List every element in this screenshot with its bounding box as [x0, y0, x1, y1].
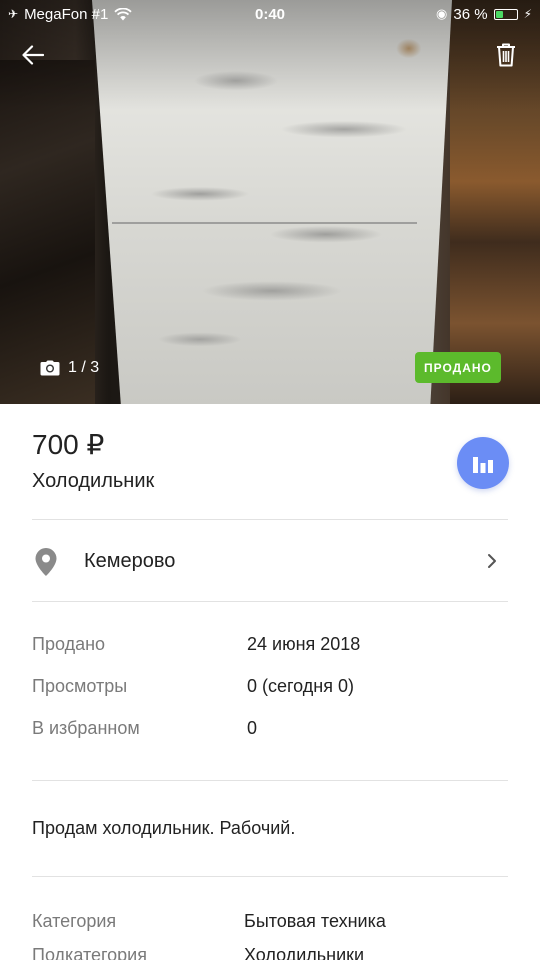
divider — [32, 601, 508, 602]
delete-button[interactable] — [489, 38, 523, 72]
status-left: ✈ MegaFon #1 — [8, 6, 132, 23]
back-button[interactable] — [16, 38, 50, 72]
status-bar: ✈ MegaFon #1 0:40 ◉ 36 % ⚡ — [0, 0, 540, 28]
orientation-lock-icon: ◉ — [436, 6, 448, 21]
category-label: Категория — [32, 911, 117, 931]
divider — [32, 519, 508, 520]
category-details: Категория Бытовая техника Подкатегория Х… — [32, 911, 508, 960]
airplane-icon: ✈ — [8, 7, 19, 21]
listing-photo[interactable] — [0, 0, 540, 404]
detail-row-sold: Продано 24 июня 2018 — [32, 634, 508, 676]
divider — [32, 876, 508, 877]
battery-icon — [493, 8, 518, 20]
subcategory-value: Холодильники — [244, 945, 365, 960]
listing-description: Продам холодильник. Рабочий. — [32, 818, 296, 838]
detail-value: 24 июня 2018 — [247, 634, 361, 654]
bar-chart-icon — [473, 457, 493, 473]
detail-value: 0 — [247, 718, 258, 738]
trash-icon — [497, 43, 515, 67]
chevron-right-icon — [488, 554, 496, 568]
location-pin-icon — [35, 548, 57, 576]
subcategory-label: Подкатегория — [32, 945, 147, 960]
detail-label: В избранном — [32, 718, 140, 738]
location-city: Кемерово — [84, 550, 176, 572]
photo-counter-text: 1 / 3 — [68, 359, 100, 376]
category-value: Бытовая техника — [244, 911, 386, 931]
arrow-left-icon — [22, 45, 44, 65]
listing-details: Продано 24 июня 2018 Просмотры 0 (сегодн… — [32, 634, 508, 760]
camera-icon — [40, 360, 60, 376]
photo-background-left — [0, 60, 95, 404]
listing-price: 700 ₽ — [32, 429, 105, 460]
listing-title: Холодильник — [32, 470, 155, 492]
carrier-name: MegaFon #1 — [24, 5, 109, 23]
status-right: ◉ 36 % ⚡ — [436, 6, 532, 23]
location-row[interactable]: Кемерово — [0, 522, 540, 600]
photo-fridge-seam — [112, 222, 417, 224]
detail-label: Продано — [32, 634, 106, 654]
detail-label: Просмотры — [32, 676, 128, 696]
sold-badge: ПРОДАНО — [415, 352, 501, 383]
category-row: Категория Бытовая техника — [32, 911, 508, 945]
statistics-button[interactable] — [457, 437, 509, 489]
detail-row-favorites: В избранном 0 — [32, 718, 508, 760]
wifi-icon — [114, 7, 132, 20]
subcategory-row: Подкатегория Холодильники — [32, 945, 508, 960]
detail-row-views: Просмотры 0 (сегодня 0) — [32, 676, 508, 718]
divider — [32, 780, 508, 781]
charging-icon: ⚡ — [523, 7, 532, 21]
battery-percent: 36 % — [453, 5, 488, 23]
photo-counter: 1 / 3 — [40, 356, 99, 380]
detail-value: 0 (сегодня 0) — [247, 676, 354, 696]
